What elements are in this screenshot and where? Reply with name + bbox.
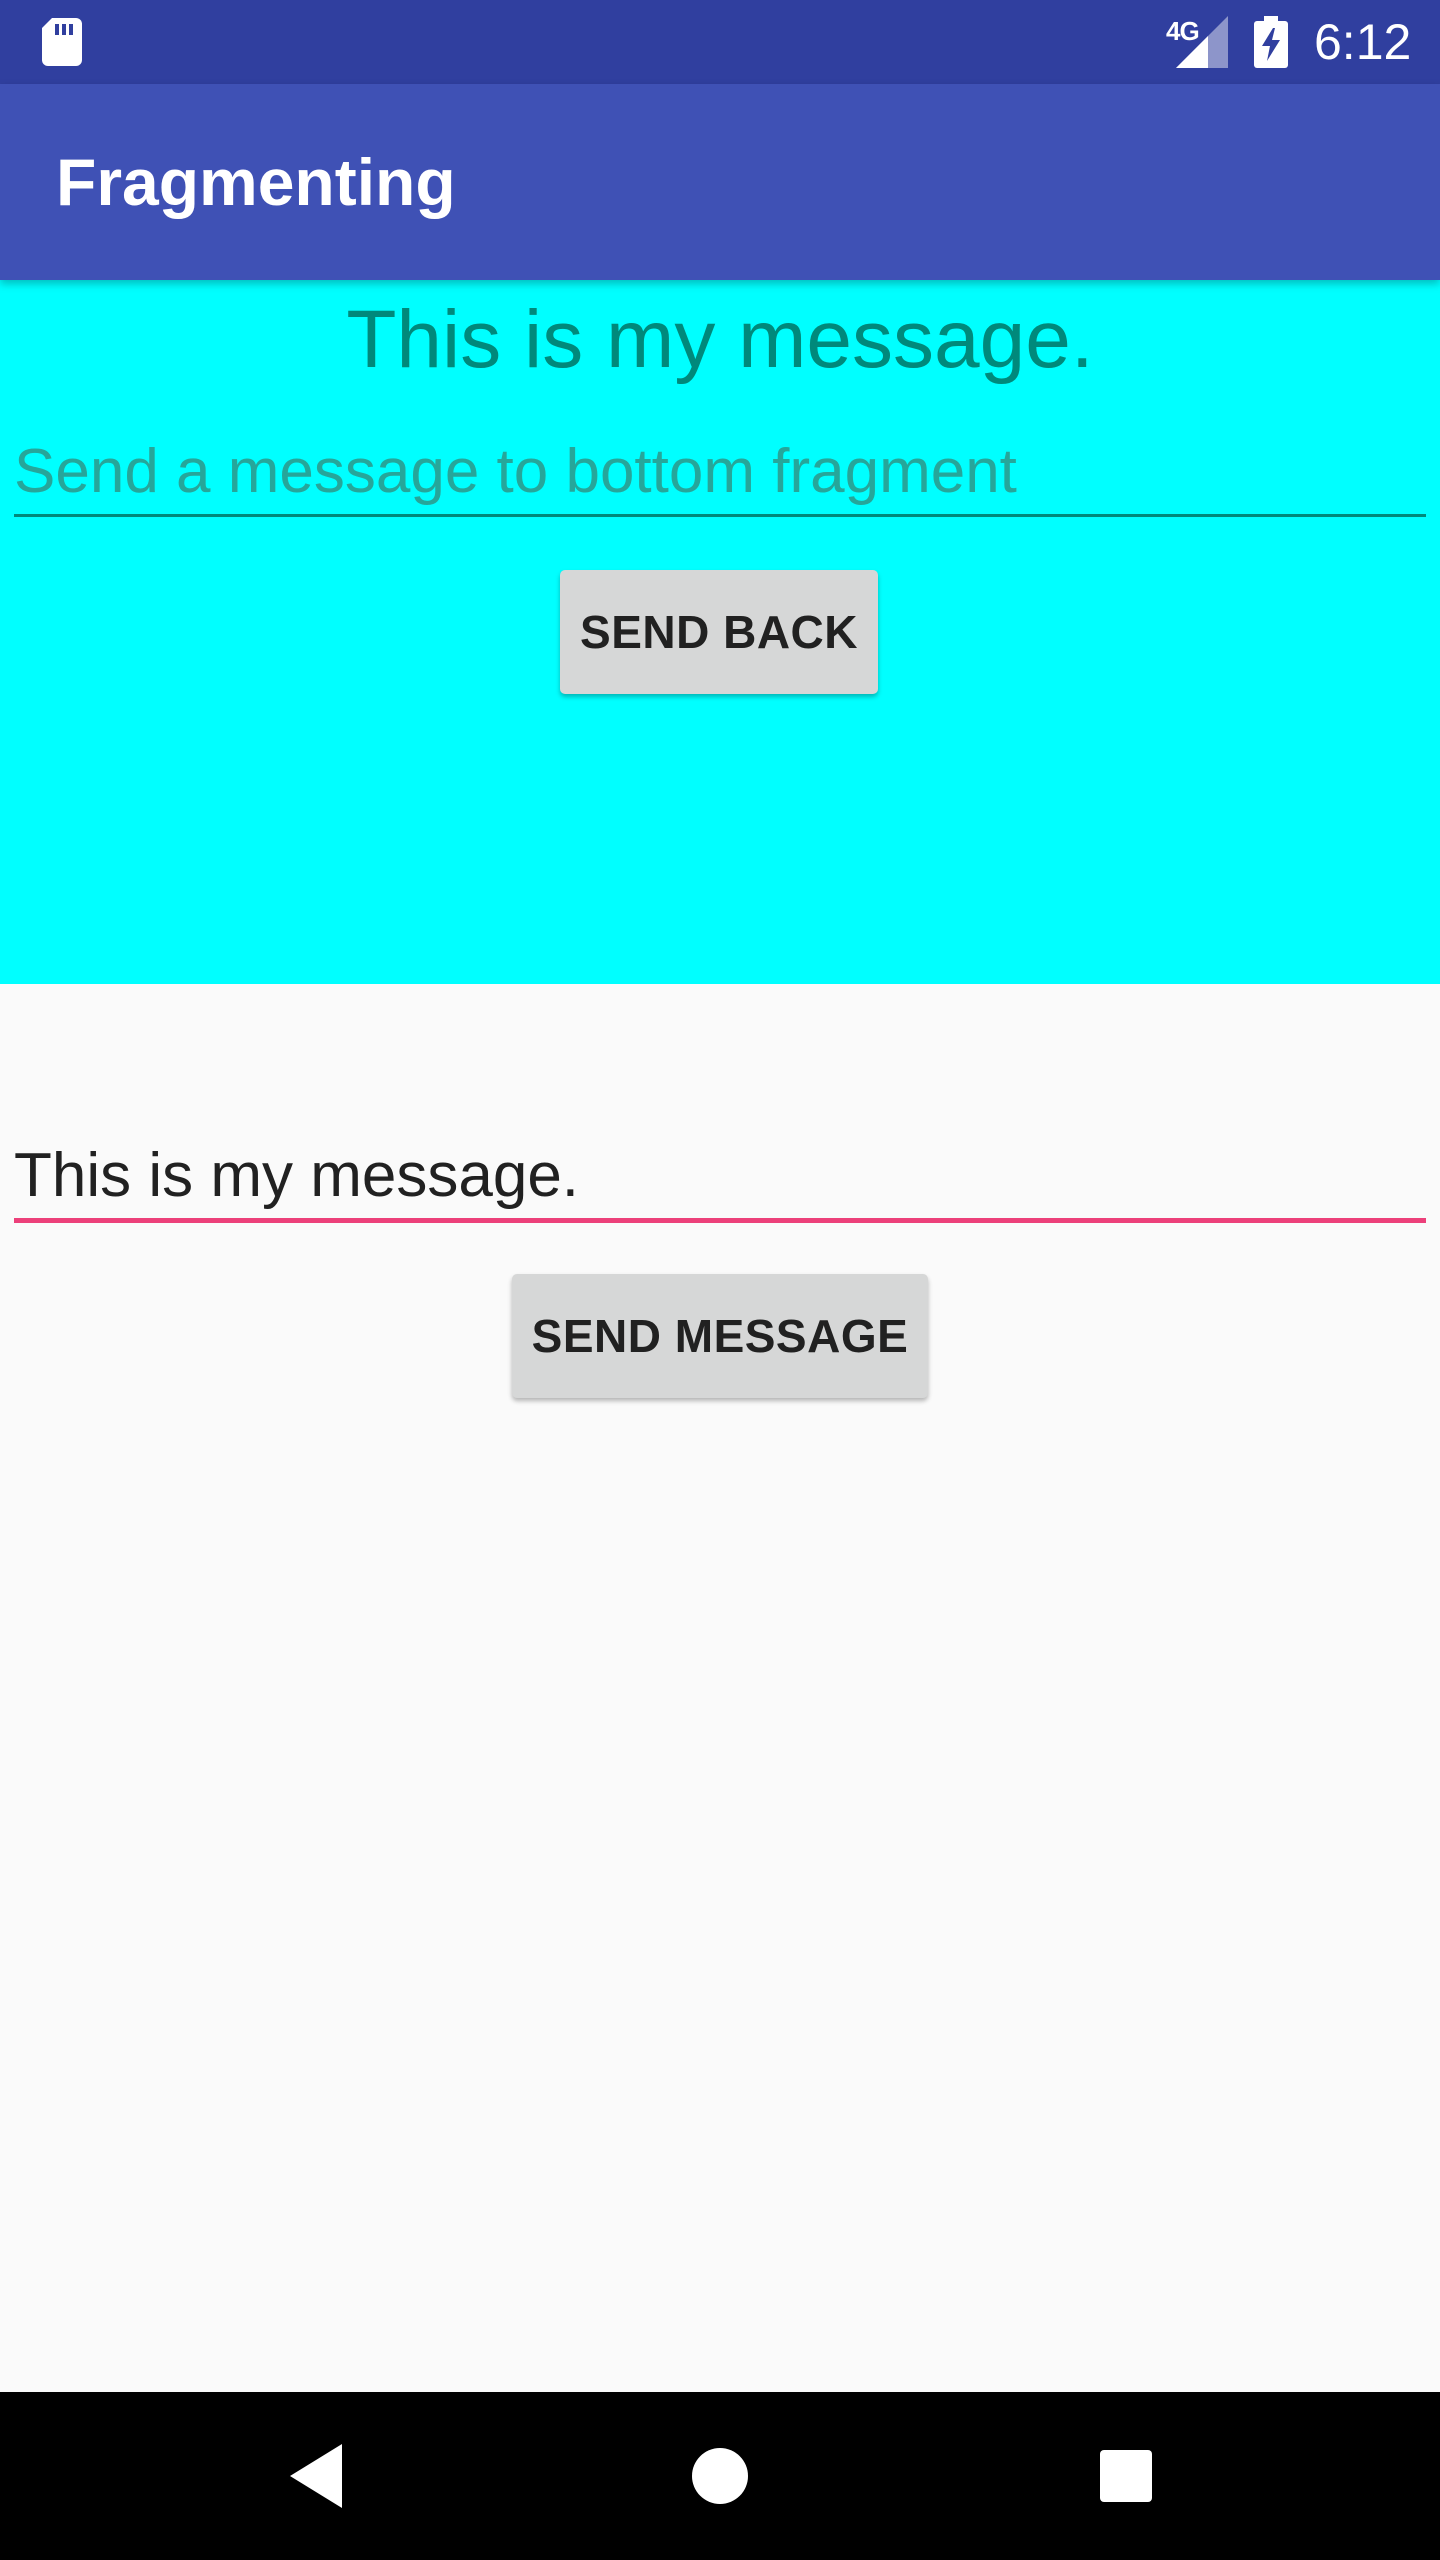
app-title: Fragmenting bbox=[56, 145, 456, 219]
recents-icon[interactable] bbox=[1076, 2426, 1176, 2526]
battery-charging-icon bbox=[1254, 16, 1288, 68]
back-icon[interactable] bbox=[266, 2426, 366, 2526]
status-bar: 4G 6:12 bbox=[0, 0, 1440, 84]
status-clock: 6:12 bbox=[1314, 14, 1412, 70]
top-fragment: This is my message. Send a message to bo… bbox=[0, 280, 1440, 984]
phone-screen: 4G 6:12 Fragmenting This is my message. … bbox=[0, 0, 1440, 2560]
message-input[interactable]: This is my message. bbox=[14, 1126, 1426, 1223]
message-input-value: This is my message. bbox=[14, 1141, 580, 1210]
received-message-text: This is my message. bbox=[346, 294, 1094, 385]
send-message-button[interactable]: SEND MESSAGE bbox=[512, 1274, 928, 1398]
send-back-button[interactable]: SEND BACK bbox=[560, 570, 878, 694]
signal-icon bbox=[1176, 16, 1228, 68]
message-to-bottom-input[interactable]: Send a message to bottom fragment bbox=[14, 422, 1426, 517]
home-icon[interactable] bbox=[670, 2426, 770, 2526]
bottom-fragment: This is my message. SEND MESSAGE bbox=[0, 984, 1440, 2392]
app-bar: Fragmenting bbox=[0, 84, 1440, 280]
sd-card-icon bbox=[42, 18, 82, 66]
message-to-bottom-placeholder: Send a message to bottom fragment bbox=[14, 437, 1017, 506]
navigation-bar bbox=[0, 2392, 1440, 2560]
